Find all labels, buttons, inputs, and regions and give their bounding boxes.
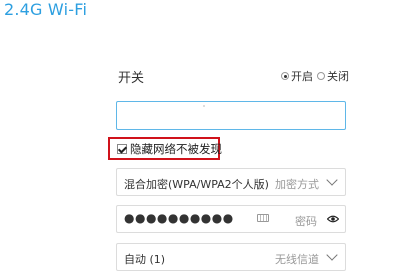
input-caret [203,105,205,107]
eye-icon[interactable] [327,215,339,223]
page-title: 2.4G Wi-Fi [4,0,88,19]
radio-off-label: 关闭 [327,70,349,83]
encryption-value: 混合加密(WPA/WPA2个人版) [124,178,269,191]
switch-label: 开关 [118,71,145,86]
chevron-down-icon[interactable] [326,174,338,186]
switch-radio-group: 开启 关闭 [281,68,353,84]
channel-select[interactable]: 自动 (1) 无线信道 [116,243,346,271]
encryption-hint: 加密方式 [275,178,319,191]
hide-network-highlight: 隐藏网络不被发现 [108,137,222,160]
hide-network-label[interactable]: 隐藏网络不被发现 [130,141,222,157]
channel-value: 自动 (1) [124,253,166,266]
radio-on-label: 开启 [291,70,313,83]
radio-off-icon[interactable] [317,72,325,80]
radio-on-icon[interactable] [281,72,289,80]
radio-off[interactable]: 关闭 [317,68,349,84]
password-value: ●●●●●●●●●● [124,211,234,225]
chevron-down-icon[interactable] [326,249,338,261]
hide-network-checkbox[interactable] [117,144,127,154]
encryption-select[interactable]: 混合加密(WPA/WPA2个人版) 加密方式 [116,168,346,196]
password-field[interactable]: ●●●●●●●●●● 密码 [116,205,346,233]
keyboard-icon[interactable] [257,214,269,222]
channel-hint: 无线信道 [275,253,319,266]
ssid-input[interactable] [116,101,346,130]
radio-on[interactable]: 开启 [281,68,313,84]
password-hint: 密码 [295,215,317,228]
